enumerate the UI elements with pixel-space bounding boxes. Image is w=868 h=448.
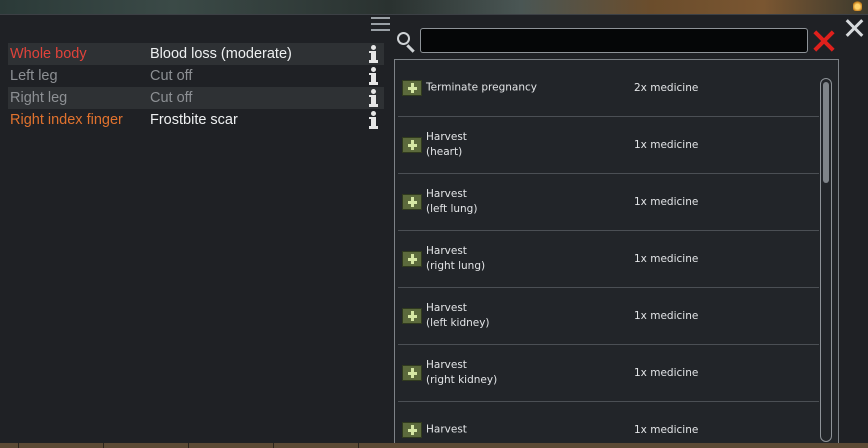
operation-row[interactable]: Harvest (left lung) 1x medicine [398,174,819,231]
medicine-icon [402,422,422,438]
medicine-icon [402,251,422,267]
hamburger-menu-icon[interactable] [371,17,390,33]
operation-cost: 1x medicine [634,424,699,436]
medicine-icon [402,137,422,153]
body-part-label: Right leg [10,90,68,106]
health-row[interactable]: Right leg Cut off [8,87,384,109]
info-icon[interactable] [368,66,378,86]
lamp-icon [853,0,862,11]
operation-cost: 1x medicine [634,367,699,379]
condition-label: Cut off [150,90,193,106]
info-icon[interactable] [368,110,378,130]
operation-name: Harvest (heart) [426,131,467,158]
medicine-icon [402,194,422,210]
operation-cost: 1x medicine [634,253,699,265]
health-conditions-list: Whole body Blood loss (moderate) Left leg C… [8,43,384,131]
medicine-icon [402,365,422,381]
operation-name: Harvest (left kidney) [426,302,490,329]
info-icon[interactable] [368,44,378,64]
info-icon[interactable] [368,88,378,108]
operation-cost: 2x medicine [634,82,699,94]
body-part-label: Left leg [10,68,58,84]
operation-row[interactable]: Harvest (right lung) 1x medicine [398,231,819,288]
condition-label: Cut off [150,68,193,84]
background-map-bottom [0,443,868,448]
health-row[interactable]: Left leg Cut off [8,65,384,87]
health-row[interactable]: Whole body Blood loss (moderate) [8,43,384,65]
search-input[interactable] [420,28,808,53]
operation-cost: 1x medicine [634,196,699,208]
operation-row[interactable]: Harvest (heart) 1x medicine [398,117,819,174]
operation-name: Harvest [426,423,467,436]
medicine-icon [402,308,422,324]
condition-label: Blood loss (moderate) [150,46,292,62]
medicine-icon [402,80,422,96]
background-map-top [0,0,868,14]
body-part-label: Right index finger [10,112,123,128]
clear-search-icon[interactable] [812,29,836,53]
operations-list: Harvest 1x medicine Harvest (right kidney)… [394,59,839,445]
operation-row[interactable]: Terminate pregnancy 2x medicine [398,60,819,117]
operations-scrollbar[interactable] [820,78,832,442]
operation-name: Terminate pregnancy [426,81,537,94]
operation-row[interactable]: Harvest (left kidney) 1x medicine [398,288,819,345]
health-row[interactable]: Right index finger Frostbite scar [8,109,384,131]
operation-row[interactable]: Harvest (right kidney) 1x medicine [398,345,819,402]
close-window-icon[interactable] [845,19,863,37]
health-dialog: Whole body Blood loss (moderate) Left leg C… [0,14,868,445]
operation-name: Harvest (right lung) [426,245,486,272]
scrollbar-thumb[interactable] [823,82,829,183]
condition-label: Frostbite scar [150,112,238,128]
operation-name: Harvest (left lung) [426,188,478,215]
search-icon [397,32,417,53]
operation-cost: 1x medicine [634,310,699,322]
operation-cost: 1x medicine [634,139,699,151]
body-part-label: Whole body [10,46,87,62]
operation-row[interactable]: Harvest 1x medicine [398,402,819,444]
operation-name: Harvest (right kidney) [426,359,498,386]
